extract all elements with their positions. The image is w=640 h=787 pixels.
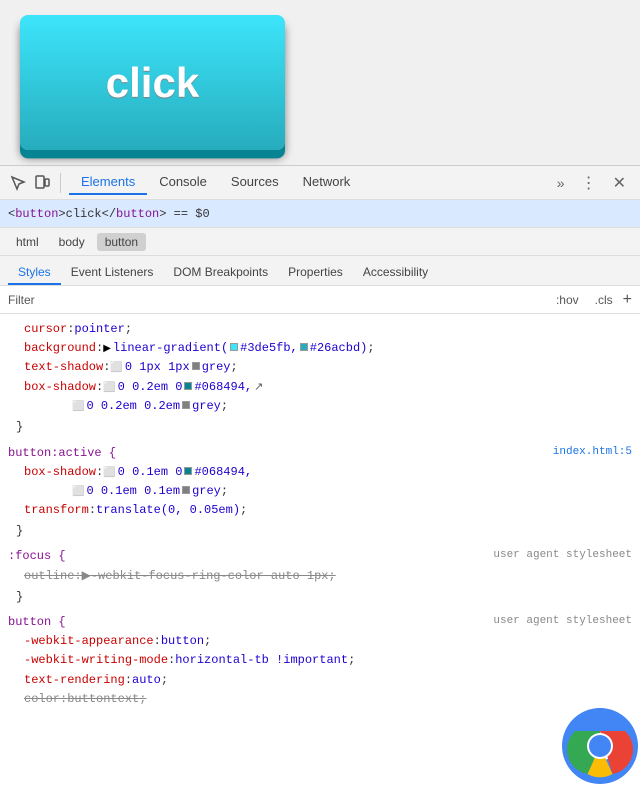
closing-brace-focus: } (8, 586, 632, 609)
tab-network[interactable]: Network (291, 170, 363, 195)
subtab-event-listeners[interactable]: Event Listeners (61, 261, 164, 285)
closing-brace-main: } (8, 416, 632, 439)
focus-rule-header: :focus { user agent stylesheet (8, 547, 632, 566)
cursor-arrow-icon: ↗ (254, 380, 263, 398)
color-swatch-grey-box[interactable] (182, 401, 190, 409)
filter-label: Filter (8, 293, 546, 307)
prop-color-ua: color: buttontext; (8, 690, 632, 709)
hov-filter-button[interactable]: :hov (550, 291, 585, 309)
prop-background: background: ▶ linear-gradient( #3de5fb, … (8, 339, 632, 358)
element-breadcrumb-row: <button>click</button> == $0 (0, 200, 640, 228)
prop-box-shadow-active-2: ⬜ 0 0.1em 0.1em grey; (8, 482, 632, 501)
selector-focus: :focus { (8, 547, 66, 566)
demo-click-button[interactable]: click (20, 15, 285, 150)
box-shadow-active-2-icon[interactable]: ⬜ (72, 485, 84, 501)
prop-text-shadow: text-shadow: ⬜ 0 1px 1px grey; (8, 358, 632, 377)
style-block-focus: :focus { user agent stylesheet outline:▶… (0, 545, 640, 611)
color-swatch-grey-text[interactable] (192, 362, 200, 370)
active-rule-header: button:active { index.html:5 (8, 444, 632, 463)
color-swatch-068494[interactable] (184, 382, 192, 390)
main-tabs: Elements Console Sources Network (69, 170, 547, 195)
breadcrumb-body[interactable]: body (51, 233, 93, 251)
style-block-active: button:active { index.html:5 box-shadow:… (0, 442, 640, 546)
tab-sources[interactable]: Sources (219, 170, 291, 195)
gradient-arrow-icon[interactable]: ▶ (103, 342, 111, 358)
box-shadow-icon[interactable]: ⬜ (103, 381, 115, 397)
prop-transform: transform: translate(0, 0.05em); (8, 501, 632, 520)
box-shadow-2-icon[interactable]: ⬜ (72, 400, 84, 416)
prop-box-shadow-2: ⬜ 0 0.2em 0.2em grey; (8, 397, 632, 416)
sub-tabs: Styles Event Listeners DOM Breakpoints P… (0, 256, 640, 286)
subtab-styles[interactable]: Styles (8, 261, 61, 285)
html-breadcrumb: html body button (0, 228, 640, 256)
kebab-menu-icon[interactable]: ⋮ (575, 169, 603, 197)
style-block-main: cursor: pointer; background: ▶ linear-gr… (0, 318, 640, 442)
selector-button-active: button:active { (8, 444, 116, 463)
subtab-dom-breakpoints[interactable]: DOM Breakpoints (163, 261, 278, 285)
source-link-active[interactable]: index.html:5 (553, 444, 632, 463)
tab-elements[interactable]: Elements (69, 170, 147, 195)
prop-box-shadow-active: box-shadow: ⬜ 0 0.1em 0 #068494, (8, 463, 632, 482)
style-block-button-ua: button { user agent stylesheet -webkit-a… (0, 611, 640, 711)
prop-webkit-writing-mode: -webkit-writing-mode: horizontal-tb !imp… (8, 651, 632, 670)
cls-filter-button[interactable]: .cls (589, 291, 619, 309)
subtab-accessibility[interactable]: Accessibility (353, 261, 438, 285)
toolbar-divider (60, 173, 61, 193)
element-tag-text: <button>click</button> == $0 (8, 207, 210, 221)
prop-box-shadow: box-shadow: ⬜ 0 0.2em 0 #068494, ↗ (8, 378, 632, 398)
button-ua-header: button { user agent stylesheet (8, 613, 632, 632)
chrome-extension-icon (560, 706, 640, 786)
prop-cursor: cursor: pointer; (8, 320, 632, 339)
color-swatch-active-1[interactable] (184, 467, 192, 475)
styles-content: cursor: pointer; background: ▶ linear-gr… (0, 314, 640, 787)
devtools-panel: Elements Console Sources Network » ⋮ ✕ <… (0, 165, 640, 787)
color-swatch-3de5fb[interactable] (230, 343, 238, 351)
more-tabs-icon[interactable]: » (551, 171, 571, 195)
devtools-toolbar: Elements Console Sources Network » ⋮ ✕ (0, 166, 640, 200)
focus-source: user agent stylesheet (493, 547, 632, 566)
device-icon[interactable] (32, 173, 52, 193)
add-style-button[interactable]: + (623, 291, 632, 309)
subtab-properties[interactable]: Properties (278, 261, 353, 285)
closing-brace-active: } (8, 520, 632, 543)
button-ua-source: user agent stylesheet (493, 613, 632, 632)
prop-webkit-appearance: -webkit-appearance: button; (8, 632, 632, 651)
close-devtools-button[interactable]: ✕ (607, 169, 632, 197)
breadcrumb-button[interactable]: button (97, 233, 146, 251)
tab-console[interactable]: Console (147, 170, 219, 195)
prop-outline: outline:▶ -webkit-focus-ring-color auto … (8, 567, 632, 586)
color-swatch-26acbd[interactable] (300, 343, 308, 351)
selector-button-ua: button { (8, 613, 66, 632)
color-swatch-active-grey[interactable] (182, 486, 190, 494)
inspect-icon[interactable] (8, 173, 28, 193)
box-shadow-active-icon[interactable]: ⬜ (103, 466, 115, 482)
preview-area: click (0, 0, 640, 165)
styles-filter-row: Filter :hov .cls + (0, 286, 640, 314)
prop-text-rendering: text-rendering: auto; (8, 671, 632, 690)
breadcrumb-html[interactable]: html (8, 233, 47, 251)
text-shadow-icon[interactable]: ⬜ (110, 361, 122, 377)
